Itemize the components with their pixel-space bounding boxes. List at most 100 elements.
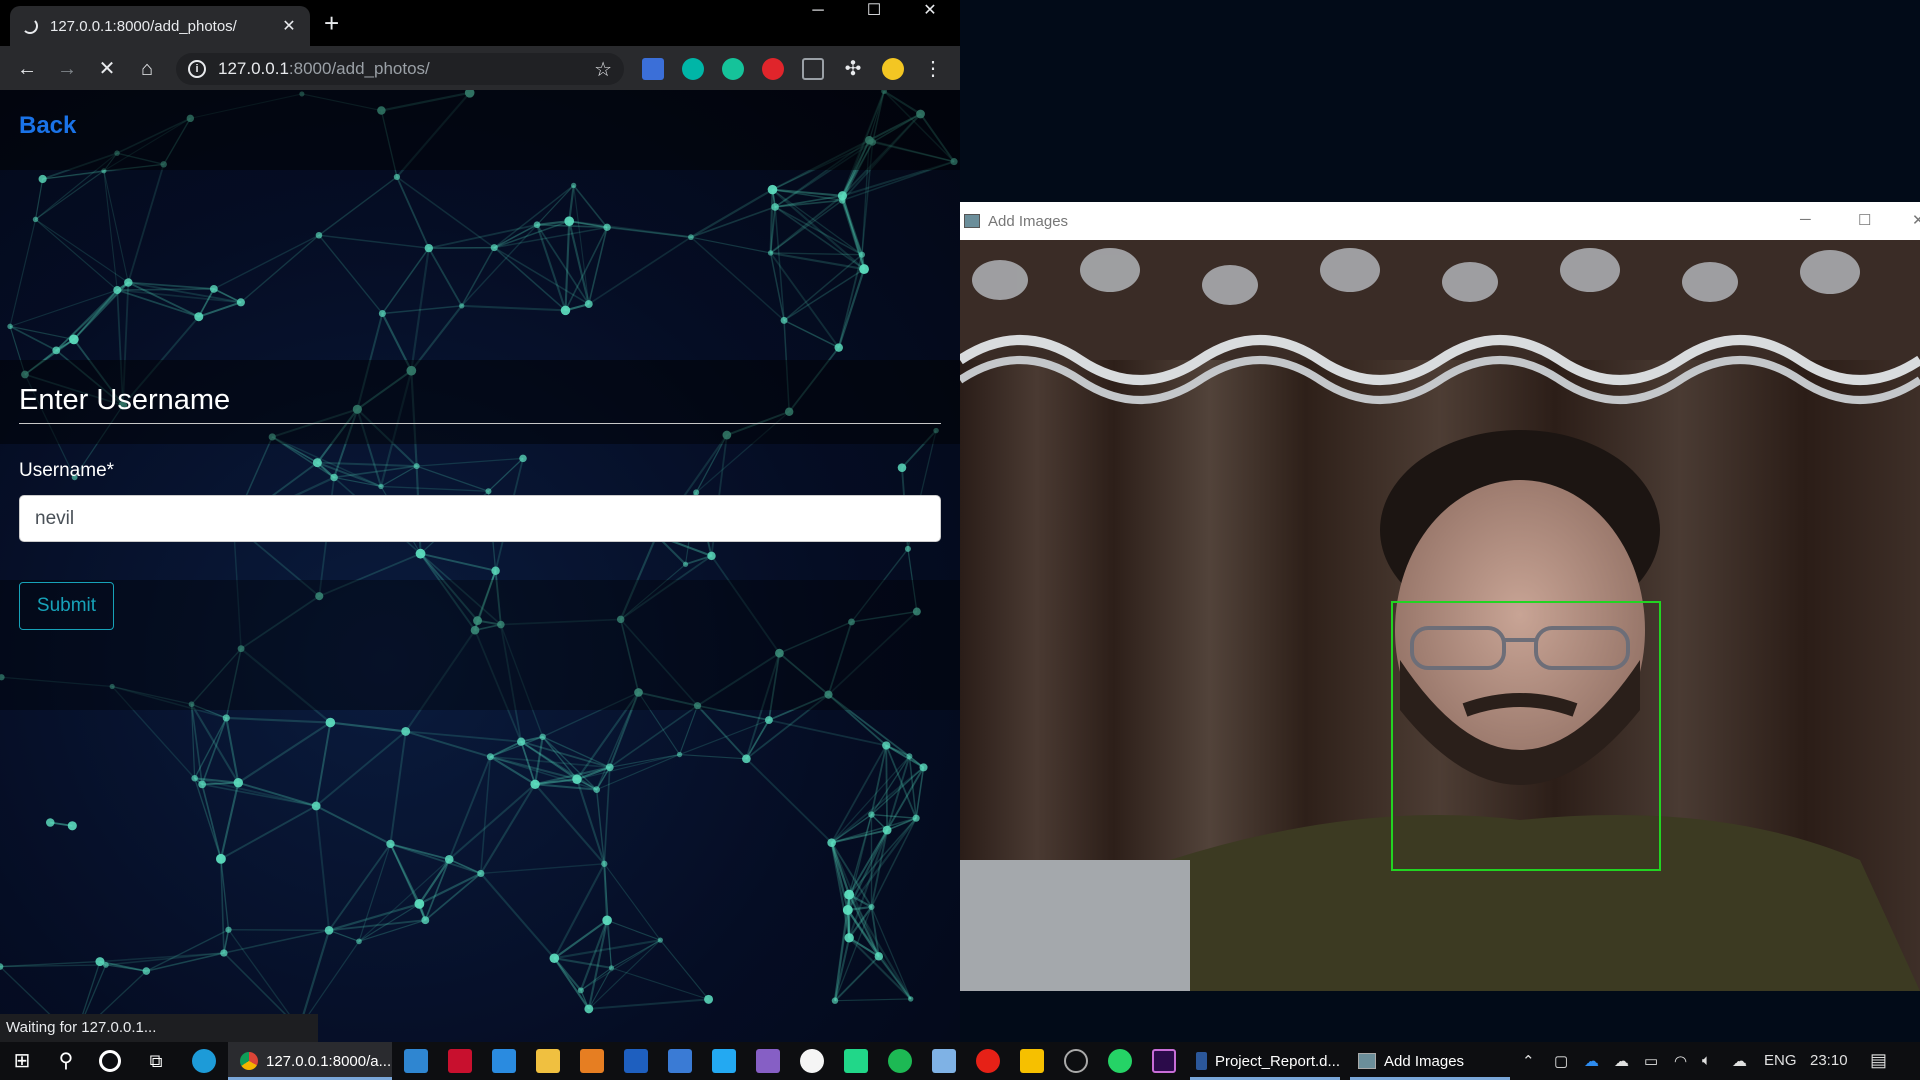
network-line xyxy=(553,863,606,959)
clock[interactable]: 23:10 xyxy=(1810,1052,1848,1069)
network-line xyxy=(428,246,495,249)
network-line xyxy=(228,929,330,931)
network-node xyxy=(572,774,582,785)
taskbar-opencv-app[interactable]: Add Images xyxy=(1350,1042,1510,1080)
virtualbox-icon[interactable] xyxy=(932,1049,956,1073)
taskbar-word-label: Project_Report.d... xyxy=(1214,1052,1340,1070)
maximize-icon[interactable]: ☐ xyxy=(846,0,902,22)
taskbar-word-app[interactable]: Project_Report.d... xyxy=(1190,1042,1340,1080)
lightshot-icon[interactable] xyxy=(404,1049,428,1073)
network-line xyxy=(679,705,699,755)
notifications-icon[interactable]: ▤ xyxy=(1870,1050,1887,1071)
network-line xyxy=(606,919,661,941)
chevron-up-icon[interactable]: ⌃ xyxy=(1522,1052,1535,1070)
extension-block-icon[interactable] xyxy=(762,58,784,80)
extensions-puzzle-icon[interactable]: ✣ xyxy=(840,56,866,82)
network-node xyxy=(906,753,913,760)
network-node xyxy=(827,838,836,847)
network-node xyxy=(564,216,575,226)
mail-icon[interactable] xyxy=(492,1049,516,1073)
close-window-icon[interactable]: ✕ xyxy=(1912,211,1920,229)
windows-start-icon[interactable]: ⊞ xyxy=(10,1049,34,1073)
meet-now-icon[interactable]: ▢ xyxy=(1554,1052,1568,1070)
network-line xyxy=(841,200,863,255)
network-node xyxy=(356,938,362,945)
cloud-upload-icon[interactable]: ☁ xyxy=(1732,1052,1747,1070)
sublime-icon[interactable] xyxy=(580,1049,604,1073)
network-node xyxy=(519,454,527,463)
app-circle-icon[interactable] xyxy=(800,1049,824,1073)
sticky-notes-icon[interactable] xyxy=(1020,1049,1044,1073)
network-line xyxy=(380,485,489,492)
pycharm-icon[interactable] xyxy=(844,1049,868,1073)
mcafee-icon[interactable] xyxy=(448,1049,472,1073)
extension-copy-icon[interactable] xyxy=(802,58,824,80)
submit-button[interactable]: Submit xyxy=(19,582,114,630)
stop-icon[interactable]: ✕ xyxy=(94,56,120,82)
menu-dots-icon[interactable]: ⋮ xyxy=(920,56,946,82)
battery-icon[interactable]: ▭ xyxy=(1644,1052,1658,1070)
onedrive-icon[interactable]: ☁ xyxy=(1584,1052,1599,1070)
profile-avatar[interactable] xyxy=(882,58,904,80)
tab-title: 127.0.0.1:8000/add_photos/ xyxy=(50,17,237,35)
bookmark-star-icon[interactable]: ☆ xyxy=(594,57,612,82)
network-node xyxy=(868,811,875,818)
network-background xyxy=(0,90,958,1042)
network-line xyxy=(328,843,392,931)
file-explorer-icon[interactable] xyxy=(536,1049,560,1073)
network-node xyxy=(69,334,79,345)
network-line xyxy=(330,721,406,733)
network-line xyxy=(569,220,692,239)
network-node xyxy=(222,714,230,722)
extension-calendar-icon[interactable] xyxy=(642,58,664,80)
store-icon[interactable] xyxy=(668,1049,692,1073)
visual-studio-icon[interactable] xyxy=(756,1049,780,1073)
whatsapp-icon[interactable] xyxy=(1108,1049,1132,1073)
spotify-icon[interactable] xyxy=(888,1049,912,1073)
network-node xyxy=(780,316,788,324)
network-node xyxy=(912,814,920,822)
network-line xyxy=(603,767,611,864)
network-line xyxy=(834,998,911,1002)
network-node xyxy=(577,987,584,994)
address-bar[interactable]: i 127.0.0.1 :8000/add_photos/ ☆ xyxy=(176,53,624,85)
network-node xyxy=(413,463,420,470)
search-icon[interactable]: ⚲ xyxy=(54,1049,78,1073)
network-line xyxy=(448,756,492,860)
forward-arrow-icon[interactable]: → xyxy=(54,56,80,82)
site-info-icon[interactable]: i xyxy=(188,60,206,78)
network-line xyxy=(493,184,575,249)
github-icon[interactable] xyxy=(1064,1049,1088,1073)
youtube-icon[interactable] xyxy=(976,1049,1000,1073)
network-line xyxy=(219,782,240,860)
wifi-icon[interactable]: ◠ xyxy=(1674,1052,1687,1070)
tab-close-icon[interactable]: ✕ xyxy=(280,16,298,36)
network-node xyxy=(215,853,226,864)
back-arrow-icon[interactable]: ← xyxy=(14,56,40,82)
task-view-icon[interactable]: ⧉ xyxy=(144,1049,168,1073)
onedrive-personal-icon[interactable]: ☁ xyxy=(1614,1052,1629,1070)
network-node xyxy=(844,933,854,943)
cortana-icon[interactable] xyxy=(99,1050,121,1072)
minimize-icon[interactable]: ─ xyxy=(1800,211,1811,228)
home-icon[interactable]: ⌂ xyxy=(134,56,160,82)
premiere-icon[interactable] xyxy=(1152,1049,1176,1073)
extension-m-icon[interactable] xyxy=(682,58,704,80)
vscode-icon[interactable] xyxy=(712,1049,736,1073)
network-line xyxy=(146,929,229,972)
edge-icon[interactable] xyxy=(192,1049,216,1073)
back-link[interactable]: Back xyxy=(19,112,76,140)
language-indicator[interactable]: ENG xyxy=(1764,1052,1797,1069)
maximize-icon[interactable]: ☐ xyxy=(1858,211,1871,229)
minimize-icon[interactable]: ─ xyxy=(790,0,846,22)
taskbar-chrome-app[interactable]: 127.0.0.1:8000/a... xyxy=(228,1042,392,1080)
volume-icon[interactable]: 🔈︎ xyxy=(1702,1052,1711,1069)
extension-grammarly-icon[interactable] xyxy=(722,58,744,80)
opencv-titlebar[interactable]: Add Images ─ ☐ ✕ xyxy=(960,202,1920,240)
new-tab-icon[interactable]: + xyxy=(324,8,339,38)
username-input[interactable] xyxy=(19,495,941,542)
close-window-icon[interactable]: ✕ xyxy=(902,0,958,22)
network-node xyxy=(904,545,911,552)
browser-tab[interactable]: 127.0.0.1:8000/add_photos/ ✕ xyxy=(10,6,310,46)
calculator-icon[interactable] xyxy=(624,1049,648,1073)
